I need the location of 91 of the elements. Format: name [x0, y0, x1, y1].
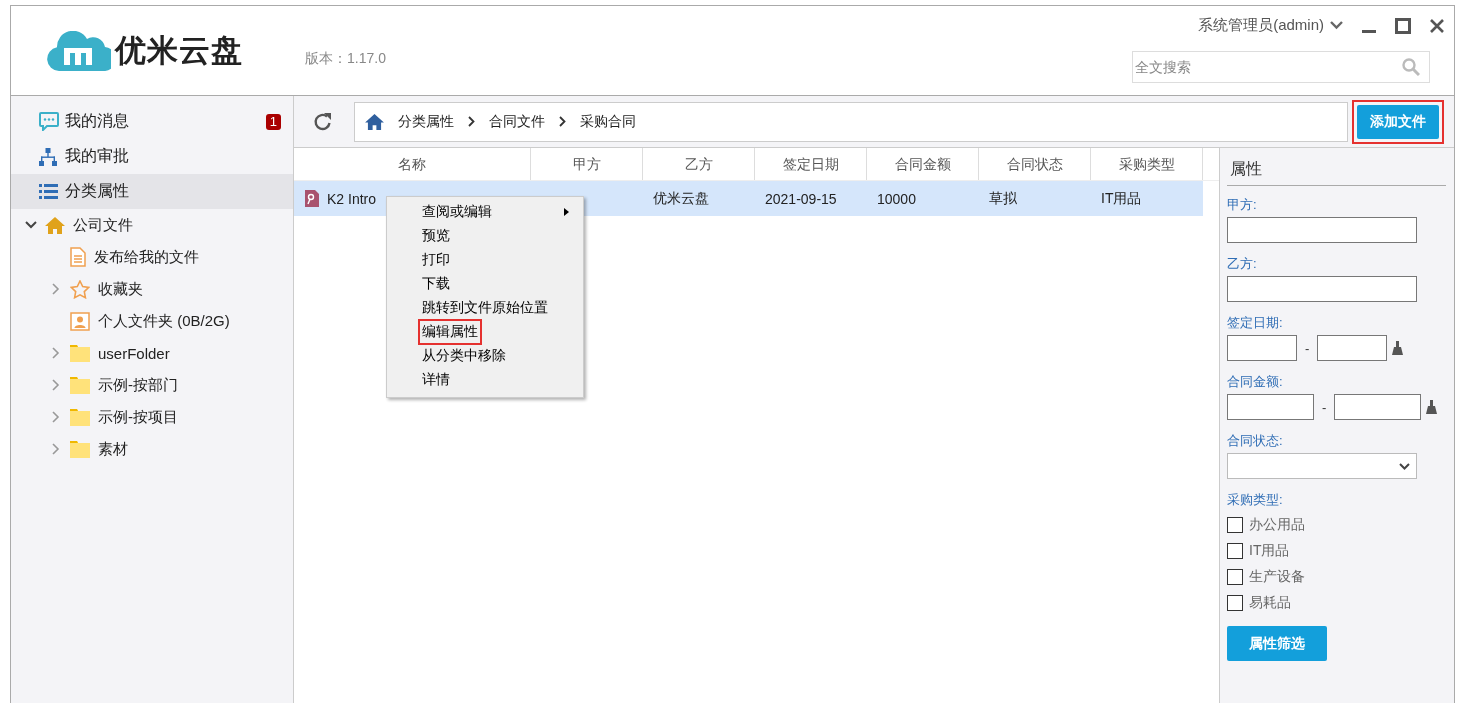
- table-cell: 草拟: [989, 189, 1017, 208]
- tree-item[interactable]: 发布给我的文件: [94, 247, 199, 267]
- checkbox[interactable]: [1227, 569, 1243, 585]
- column-header[interactable]: 甲方: [531, 148, 643, 180]
- table-cell: 优米云盘: [653, 189, 709, 208]
- field-label: 甲方:: [1227, 196, 1258, 214]
- nav-item[interactable]: 分类属性: [11, 174, 293, 209]
- search-field[interactable]: 全文搜索: [1132, 51, 1430, 83]
- folder-icon: [70, 344, 90, 362]
- chevron-down-icon: [1330, 21, 1343, 30]
- menu-item[interactable]: 打印: [418, 247, 454, 273]
- star-icon: [70, 279, 90, 299]
- refresh-icon[interactable]: [313, 111, 333, 132]
- nav-item[interactable]: 我的消息 1: [11, 104, 293, 139]
- menu-item[interactable]: 跳转到文件原始位置: [418, 295, 552, 321]
- column-header[interactable]: 签定日期: [755, 148, 867, 180]
- text-field[interactable]: [1227, 335, 1297, 361]
- tree-item[interactable]: 素材: [98, 439, 128, 459]
- field-label: 乙方:: [1227, 255, 1258, 273]
- broom-icon[interactable]: [1392, 341, 1404, 355]
- checkbox[interactable]: [1227, 543, 1243, 559]
- close-icon[interactable]: [1429, 17, 1445, 34]
- breadcrumb-link[interactable]: 采购合同: [580, 112, 636, 131]
- text-field[interactable]: [1227, 276, 1417, 302]
- cloud-logo-icon: [47, 30, 111, 71]
- text-field[interactable]: [1227, 394, 1314, 420]
- checkbox-label[interactable]: 生产设备: [1249, 568, 1305, 586]
- field-label: 签定日期:: [1227, 314, 1284, 332]
- nav-item[interactable]: 我的审批: [11, 139, 293, 174]
- document-icon: [70, 247, 86, 267]
- text-field[interactable]: [1334, 394, 1422, 420]
- checkbox[interactable]: [1227, 517, 1243, 533]
- chevron-right-icon[interactable]: [50, 443, 62, 455]
- tree-item[interactable]: userFolder: [98, 344, 170, 362]
- chevron-down-icon: [1399, 462, 1410, 470]
- hierarchy-icon: [39, 147, 57, 166]
- range-separator: -: [1304, 340, 1311, 356]
- menu-item[interactable]: 预览: [418, 223, 454, 249]
- checkbox-label[interactable]: IT用品: [1249, 542, 1290, 560]
- count-badge: 1: [265, 113, 281, 130]
- chevron-right-icon[interactable]: [50, 283, 62, 295]
- file-icon: [304, 189, 320, 208]
- broom-icon[interactable]: [1426, 400, 1438, 414]
- chevron-right-icon[interactable]: [50, 347, 62, 359]
- chevron-right-icon: [559, 116, 566, 127]
- chevron-right-icon[interactable]: [50, 411, 62, 423]
- column-header[interactable]: 名称: [294, 148, 531, 180]
- field-label: 采购类型:: [1227, 491, 1284, 509]
- breadcrumb-link[interactable]: 分类属性: [398, 112, 454, 131]
- home-icon[interactable]: [365, 113, 384, 130]
- table-cell: K2 Intro: [327, 190, 377, 207]
- chevron-right-icon: [468, 116, 475, 127]
- panel-title: 属性: [1227, 156, 1446, 186]
- column-header[interactable]: 采购类型: [1091, 148, 1203, 180]
- maximize-icon[interactable]: [1395, 17, 1411, 34]
- folder-icon: [70, 440, 90, 458]
- field-label: 合同状态:: [1227, 432, 1284, 450]
- tree-item[interactable]: 示例-按项目: [98, 407, 178, 427]
- text-field[interactable]: [1227, 217, 1417, 243]
- tree-item[interactable]: 公司文件: [73, 215, 133, 235]
- range-separator: -: [1321, 399, 1328, 415]
- logo-text: 优米云盘: [115, 31, 243, 70]
- field-label: 合同金额:: [1227, 373, 1284, 391]
- menu-item[interactable]: 从分类中移除: [418, 343, 510, 369]
- column-header[interactable]: 乙方: [643, 148, 755, 180]
- menu-item[interactable]: 详情: [418, 367, 454, 393]
- checkbox[interactable]: [1227, 595, 1243, 611]
- table-cell: 10000: [877, 190, 916, 207]
- text-field[interactable]: [1317, 335, 1388, 361]
- table-cell: 2021-09-15: [765, 190, 837, 207]
- tree-item[interactable]: 个人文件夹 (0B/2G): [98, 311, 230, 331]
- checkbox-label[interactable]: 办公用品: [1249, 516, 1305, 534]
- chevron-right-icon[interactable]: [50, 379, 62, 391]
- version-label: 版本：1.17.0: [305, 49, 386, 68]
- tree-item[interactable]: 收藏夹: [98, 279, 143, 299]
- person-folder-icon: [70, 311, 90, 331]
- tree-item[interactable]: 示例-按部门: [98, 375, 178, 395]
- menu-item[interactable]: 编辑属性: [418, 319, 482, 345]
- table-cell: IT用品: [1101, 189, 1142, 208]
- checkbox-label[interactable]: 易耗品: [1249, 594, 1291, 612]
- folder-icon: [70, 376, 90, 394]
- list-icon: [39, 184, 58, 199]
- column-header[interactable]: 合同金额: [867, 148, 979, 180]
- folder-icon: [70, 408, 90, 426]
- menu-item[interactable]: 下载: [418, 271, 454, 297]
- user-menu[interactable]: 系统管理员(admin): [1198, 16, 1343, 35]
- column-header[interactable]: 合同状态: [979, 148, 1091, 180]
- breadcrumb-link[interactable]: 合同文件: [489, 112, 545, 131]
- chevron-down-icon[interactable]: [25, 221, 37, 229]
- chat-icon: [39, 112, 59, 131]
- home-icon: [45, 216, 65, 234]
